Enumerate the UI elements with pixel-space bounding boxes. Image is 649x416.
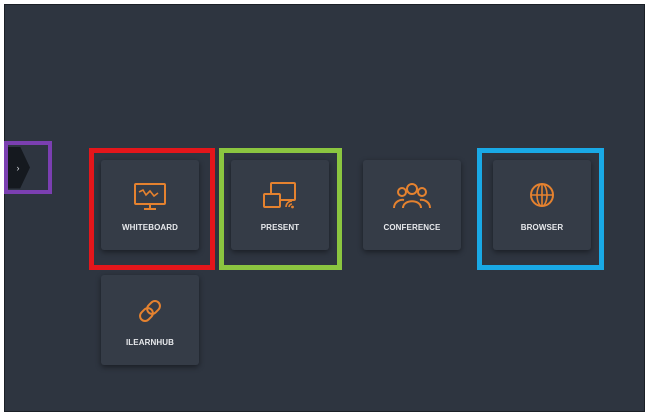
tile-label: CONFERENCE <box>383 222 441 232</box>
side-drawer-handle[interactable]: › <box>4 141 52 194</box>
tile-ilearnhub[interactable]: ILEARNHUB <box>101 275 199 365</box>
highlight-box-present <box>219 148 342 270</box>
chevron-right-icon: › <box>16 162 20 173</box>
link-chain-icon <box>139 299 161 322</box>
drawer-tab[interactable]: › <box>8 146 30 189</box>
tile-label: ILEARNHUB <box>125 337 174 347</box>
tile-conference[interactable]: CONFERENCE <box>363 160 461 250</box>
highlight-box-browser <box>477 148 604 270</box>
people-group-icon <box>393 182 431 208</box>
highlight-box-whiteboard <box>89 148 215 270</box>
